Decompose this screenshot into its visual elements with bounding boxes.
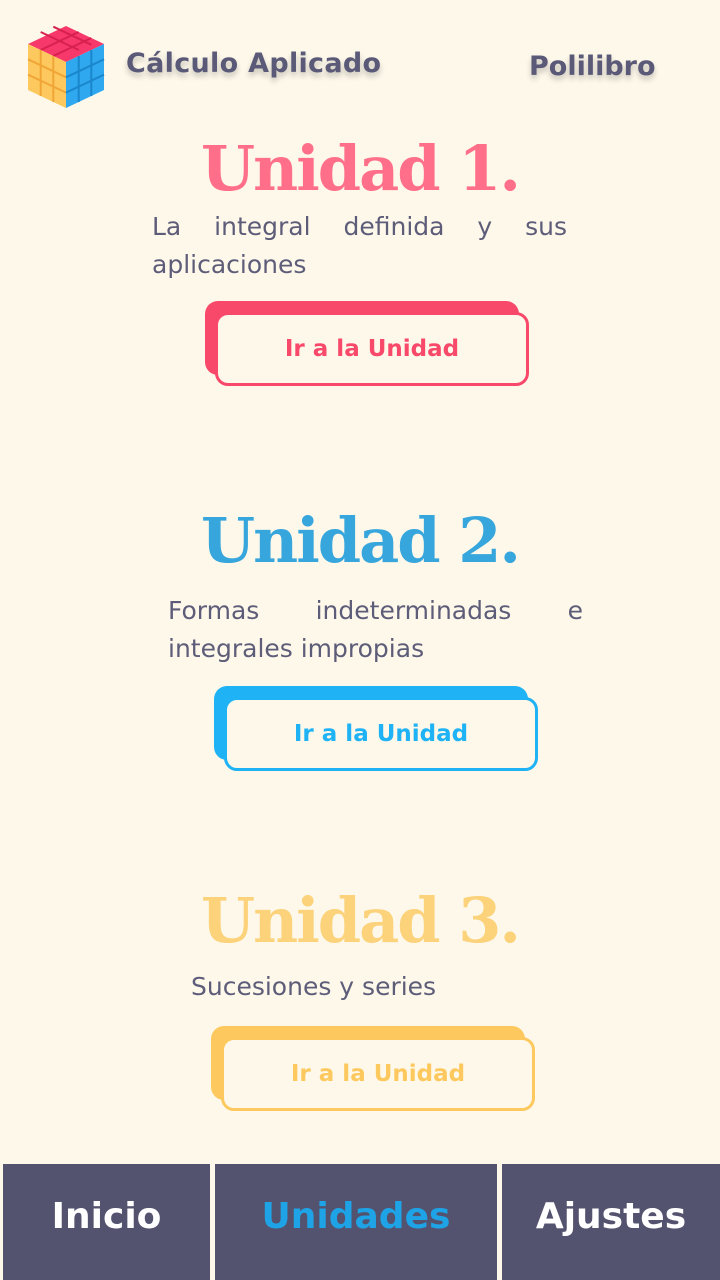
rubiks-cube-icon: [26, 24, 106, 110]
bottom-tab-bar: Inicio Unidades Ajustes: [0, 1162, 720, 1280]
unit-description: La integral definida y sus aplicaciones: [152, 212, 567, 279]
app-header: Cálculo Aplicado Polilibro: [0, 0, 720, 130]
polilibro-link[interactable]: Polilibro: [529, 51, 656, 82]
unit-title: Unidad 2.: [201, 504, 521, 577]
unit-title: Unidad 3.: [201, 884, 521, 957]
unit-description: Formas indeterminadas e integrales impro…: [168, 596, 583, 663]
tab-inicio[interactable]: Inicio: [3, 1164, 210, 1280]
go-to-unit-button[interactable]: Ir a la Unidad: [224, 697, 538, 771]
tab-ajustes[interactable]: Ajustes: [502, 1164, 720, 1280]
app-title: Cálculo Aplicado: [126, 48, 382, 79]
unit-description: Sucesiones y series: [191, 972, 437, 1001]
go-to-unit-button[interactable]: Ir a la Unidad: [221, 1037, 535, 1111]
tab-unidades[interactable]: Unidades: [215, 1164, 497, 1280]
go-to-unit-button[interactable]: Ir a la Unidad: [215, 312, 529, 386]
unit-title: Unidad 1.: [201, 132, 521, 205]
